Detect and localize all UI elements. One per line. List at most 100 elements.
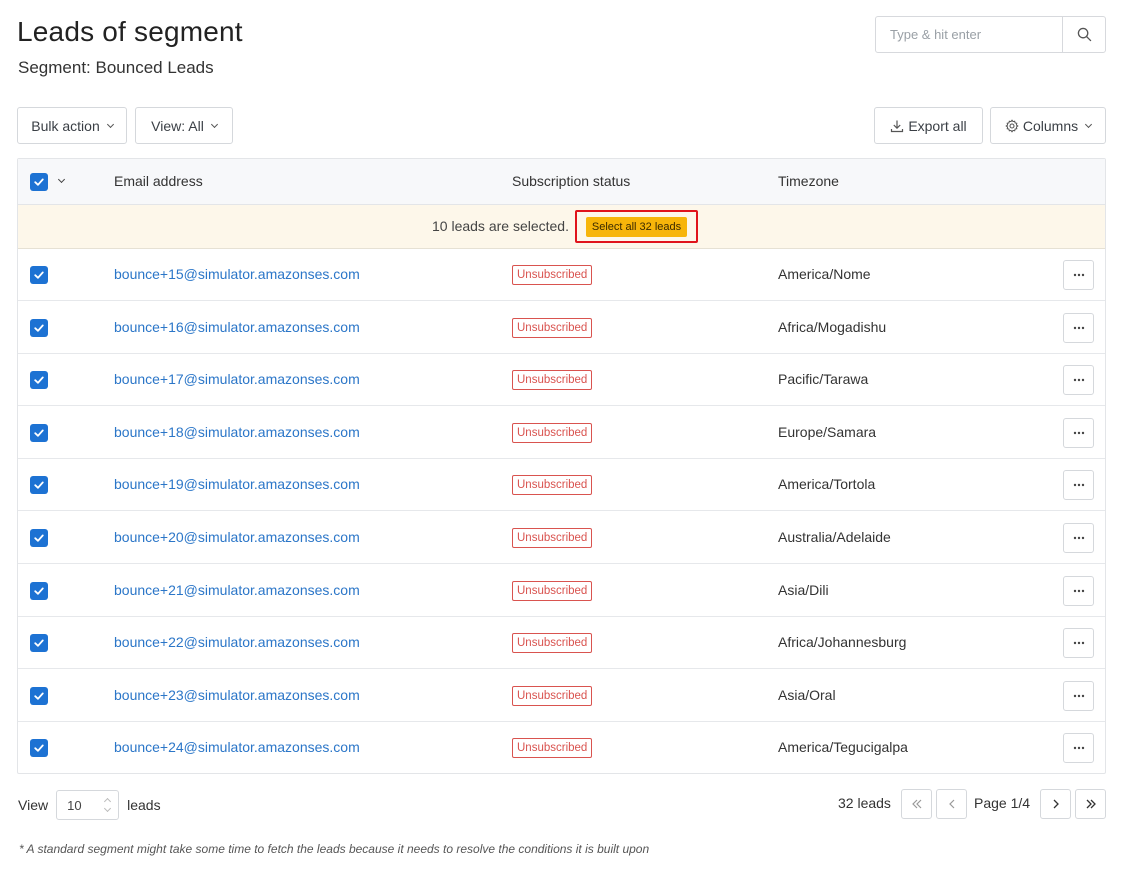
check-icon — [34, 324, 44, 332]
row-actions-button[interactable] — [1063, 260, 1094, 290]
more-horizontal-icon — [1073, 589, 1084, 592]
select-all-leads-button[interactable]: Select all 32 leads — [585, 216, 688, 237]
check-icon — [34, 587, 44, 595]
table-row: bounce+19@simulator.amazonses.com Unsubsc… — [18, 459, 1105, 512]
chevron-down-icon[interactable] — [57, 175, 66, 184]
table-header: Email address Subscription status Timezo… — [18, 159, 1105, 205]
row-actions-button[interactable] — [1063, 575, 1094, 606]
page-title: Leads of segment — [17, 16, 243, 47]
status-badge: Unsubscribed — [512, 370, 593, 391]
gear-icon — [1005, 118, 1019, 133]
selection-count-text: 10 leads are selected. — [432, 218, 569, 234]
view-filter-label: View: All — [151, 117, 204, 134]
check-icon — [34, 429, 44, 437]
lead-email-link[interactable]: bounce+20@simulator.amazonses.com — [114, 529, 360, 545]
row-checkbox[interactable] — [30, 634, 48, 653]
chevron-left-icon — [948, 799, 954, 809]
search-button[interactable] — [1062, 17, 1105, 52]
page-indicator: Page 1/4 — [974, 795, 1031, 811]
row-checkbox[interactable] — [30, 739, 48, 758]
per-page-input[interactable]: 10 — [56, 790, 120, 820]
first-page-button[interactable] — [901, 789, 932, 819]
table-row: bounce+21@simulator.amazonses.com Unsubsc… — [18, 565, 1105, 617]
view-label: View — [18, 797, 49, 813]
row-actions-button[interactable] — [1063, 365, 1094, 396]
check-icon — [34, 744, 44, 753]
more-horizontal-icon — [1073, 747, 1084, 750]
status-badge: Unsubscribed — [512, 580, 593, 601]
check-icon — [34, 481, 44, 490]
search-input[interactable] — [876, 17, 1062, 52]
row-checkbox[interactable] — [30, 686, 48, 705]
row-checkbox[interactable] — [30, 423, 48, 442]
row-checkbox[interactable] — [30, 371, 48, 390]
row-actions-button[interactable] — [1063, 470, 1094, 501]
check-icon — [34, 271, 44, 279]
timezone-value: America/Nome — [778, 266, 871, 282]
lead-email-link[interactable]: bounce+18@simulator.amazonses.com — [114, 424, 360, 440]
view-filter-button[interactable]: View: All — [135, 107, 233, 144]
timezone-value: Asia/Oral — [778, 686, 836, 703]
segment-subtitle: Segment: Bounced Leads — [18, 58, 214, 77]
row-actions-button[interactable] — [1063, 733, 1094, 764]
columns-label: Columns — [1022, 117, 1079, 134]
table-row: bounce+16@simulator.amazonses.com Unsubsc… — [18, 302, 1105, 354]
column-header-timezone: Timezone — [778, 173, 839, 189]
status-badge: Unsubscribed — [512, 265, 593, 285]
status-badge: Unsubscribed — [512, 422, 593, 443]
lead-email-link[interactable]: bounce+21@simulator.amazonses.com — [114, 582, 360, 598]
lead-email-link[interactable]: bounce+17@simulator.amazonses.com — [114, 371, 360, 387]
total-leads-count: 32 leads — [838, 795, 891, 811]
more-horizontal-icon — [1073, 536, 1084, 540]
more-horizontal-icon — [1073, 484, 1084, 487]
status-badge: Unsubscribed — [512, 317, 593, 338]
lead-email-link[interactable]: bounce+24@simulator.amazonses.com — [114, 739, 360, 755]
row-actions-button[interactable] — [1063, 312, 1094, 343]
more-horizontal-icon — [1073, 326, 1084, 329]
leads-table: Email address Subscription status Timezo… — [17, 158, 1106, 774]
export-all-label: Export all — [908, 117, 967, 134]
more-horizontal-icon — [1073, 273, 1084, 277]
more-horizontal-icon — [1073, 378, 1084, 382]
selection-banner: 10 leads are selected. Select all 32 lea… — [18, 205, 1105, 249]
status-badge: Unsubscribed — [512, 528, 593, 548]
row-actions-button[interactable] — [1063, 417, 1094, 448]
per-page-control: View 10 leads — [18, 790, 161, 820]
table-row: bounce+15@simulator.amazonses.com Unsubsc… — [18, 249, 1105, 301]
row-checkbox[interactable] — [30, 529, 48, 547]
row-checkbox[interactable] — [30, 318, 48, 337]
row-actions-button[interactable] — [1063, 523, 1094, 553]
lead-email-link[interactable]: bounce+15@simulator.amazonses.com — [114, 266, 360, 282]
lead-email-link[interactable]: bounce+22@simulator.amazonses.com — [114, 634, 360, 650]
next-page-button[interactable] — [1040, 789, 1071, 819]
timezone-value: Pacific/Tarawa — [778, 371, 869, 388]
last-page-button[interactable] — [1075, 789, 1106, 819]
timezone-value: Africa/Mogadishu — [778, 318, 887, 335]
column-header-email: Email address — [114, 173, 203, 189]
search-box — [875, 16, 1106, 53]
timezone-value: Asia/Dili — [778, 581, 829, 598]
export-all-button[interactable]: Export all — [874, 107, 983, 144]
status-badge: Unsubscribed — [512, 633, 593, 654]
row-actions-button[interactable] — [1063, 680, 1094, 711]
chevron-down-icon — [106, 120, 114, 128]
table-row: bounce+20@simulator.amazonses.com Unsubsc… — [18, 512, 1105, 564]
check-icon — [34, 639, 44, 647]
more-horizontal-icon — [1073, 694, 1084, 697]
bulk-action-button[interactable]: Bulk action — [17, 107, 127, 144]
lead-email-link[interactable]: bounce+19@simulator.amazonses.com — [114, 476, 360, 492]
lead-email-link[interactable]: bounce+16@simulator.amazonses.com — [114, 319, 360, 335]
lead-email-link[interactable]: bounce+23@simulator.amazonses.com — [114, 687, 360, 703]
select-all-checkbox[interactable] — [30, 173, 48, 191]
timezone-value: Australia/Adelaide — [778, 529, 891, 545]
row-checkbox[interactable] — [30, 476, 48, 495]
row-actions-button[interactable] — [1063, 628, 1094, 659]
columns-button[interactable]: Columns — [990, 107, 1106, 144]
timezone-value: America/Tegucigalpa — [778, 739, 908, 756]
row-checkbox[interactable] — [30, 581, 48, 600]
prev-page-button[interactable] — [936, 789, 967, 819]
check-icon — [34, 534, 44, 542]
table-row: bounce+23@simulator.amazonses.com Unsubsc… — [18, 670, 1105, 722]
check-icon — [34, 692, 44, 700]
row-checkbox[interactable] — [30, 266, 48, 284]
